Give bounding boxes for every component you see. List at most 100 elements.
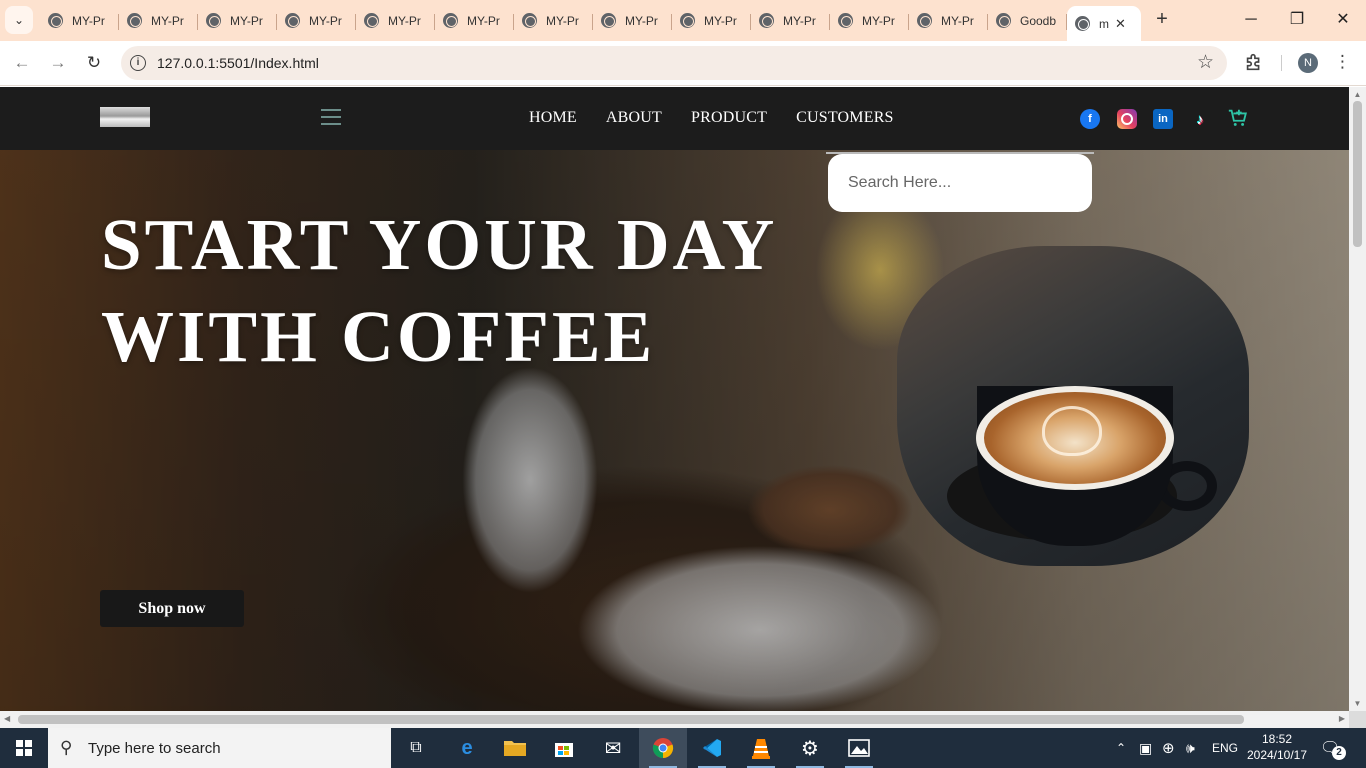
browser-tab[interactable]: MY-Pr <box>119 6 198 35</box>
file-explorer-icon[interactable] <box>491 728 539 768</box>
hero-headline-line2: WITH COFFEE <box>101 296 656 377</box>
hamburger-menu-icon[interactable] <box>321 109 341 125</box>
taskbar-search-box[interactable]: ⚲ Type here to search <box>48 728 391 768</box>
clock-date: 2024/10/17 <box>1246 748 1308 762</box>
browser-tab[interactable]: MY-Pr <box>593 6 672 35</box>
task-view-icon[interactable]: ⧉ <box>392 728 440 768</box>
search-input[interactable] <box>828 154 1092 212</box>
minimize-button[interactable]: ─ <box>1228 8 1274 32</box>
search-icon: ⚲ <box>60 738 73 757</box>
new-tab-button[interactable]: + <box>1151 8 1173 30</box>
globe-icon <box>838 13 853 28</box>
browser-tab[interactable]: MY-Pr <box>435 6 514 35</box>
toolbar-divider <box>1281 55 1282 71</box>
chrome-icon[interactable] <box>639 728 687 768</box>
nav-link-about[interactable]: ABOUT <box>606 109 662 127</box>
horizontal-scrollbar[interactable]: ◀ ▶ <box>0 711 1349 728</box>
globe-icon <box>127 13 142 28</box>
system-clock[interactable]: 18:52 2024/10/17 <box>1244 731 1310 763</box>
forward-button[interactable]: → <box>46 51 70 75</box>
instagram-icon[interactable] <box>1117 109 1137 129</box>
start-button[interactable] <box>0 728 48 768</box>
tab-title: MY-Pr <box>72 13 105 28</box>
globe-icon[interactable]: ⊕ <box>1162 728 1175 768</box>
vertical-scrollbar[interactable]: ▲ ▼ <box>1349 87 1366 711</box>
settings-gear-icon[interactable]: ⚙ <box>786 728 834 768</box>
back-button[interactable]: ← <box>10 51 34 75</box>
tab-title: MY-Pr <box>388 13 421 28</box>
mail-icon[interactable]: ✉ <box>589 728 637 768</box>
taskbar-search-placeholder: Type here to search <box>88 739 221 757</box>
browser-tab[interactable]: MY-Pr <box>751 6 830 35</box>
facebook-icon[interactable]: f <box>1080 109 1100 129</box>
profile-avatar[interactable]: N <box>1298 53 1318 73</box>
latte-cup-image <box>897 246 1249 566</box>
browser-tab[interactable]: Goodb <box>988 6 1067 35</box>
url-text[interactable]: 127.0.0.1:5501/Index.html <box>157 55 319 71</box>
action-center-icon[interactable]: 🗨 2 <box>1320 738 1346 760</box>
tab-title: MY-Pr <box>704 13 737 28</box>
browser-tab[interactable]: MY-Pr <box>672 6 751 35</box>
tab-title: m <box>1099 16 1109 31</box>
tab-search-button[interactable]: ⌄ <box>5 6 33 34</box>
scroll-right-arrow-icon[interactable]: ▶ <box>1339 714 1345 723</box>
clock-time: 18:52 <box>1261 732 1293 746</box>
globe-icon <box>206 13 221 28</box>
edge-browser-icon[interactable]: e <box>443 728 491 768</box>
browser-toolbar: ← → ↻ i 127.0.0.1:5501/Index.html ☆ <box>0 41 1366 86</box>
scroll-up-arrow-icon[interactable]: ▲ <box>1353 90 1362 99</box>
close-window-button[interactable]: ✕ <box>1320 8 1366 32</box>
windows-logo-icon <box>16 740 32 756</box>
reload-button[interactable]: ↻ <box>82 51 106 75</box>
nav-link-customers[interactable]: CUSTOMERS <box>796 109 894 127</box>
browser-tab-active[interactable]: m ✕ <box>1067 6 1141 41</box>
network-status-icon[interactable]: ▣ <box>1139 728 1152 768</box>
site-logo[interactable] <box>100 107 150 127</box>
bookmark-star-icon[interactable]: ☆ <box>1197 51 1214 74</box>
microsoft-store-icon[interactable] <box>540 728 588 768</box>
nav-link-product[interactable]: PRODUCT <box>691 109 767 127</box>
volume-icon[interactable]: 🕪 <box>1186 728 1195 768</box>
browser-tab[interactable]: MY-Pr <box>830 6 909 35</box>
browser-tab[interactable]: MY-Pr <box>909 6 988 35</box>
tab-title: MY-Pr <box>625 13 658 28</box>
linkedin-icon[interactable]: in <box>1153 109 1173 129</box>
browser-tab[interactable]: MY-Pr <box>198 6 277 35</box>
browser-tab[interactable]: MY-Pr <box>277 6 356 35</box>
tab-title: MY-Pr <box>230 13 263 28</box>
notification-count-badge: 2 <box>1332 746 1346 760</box>
tiktok-icon[interactable]: ♪ <box>1190 109 1210 129</box>
hero-headline-line1: START YOUR DAY <box>101 204 778 285</box>
tab-list: MY-Pr MY-Pr MY-Pr MY-Pr MY-Pr MY-Pr MY-Pr MY-Pr… <box>40 6 1141 41</box>
globe-icon <box>601 13 616 28</box>
close-tab-icon[interactable]: ✕ <box>1115 16 1126 32</box>
vlc-player-icon[interactable] <box>737 728 785 768</box>
cart-icon[interactable] <box>1227 107 1249 129</box>
restore-button[interactable]: ❐ <box>1274 8 1320 32</box>
globe-icon <box>759 13 774 28</box>
horizontal-scroll-thumb[interactable] <box>18 715 1244 724</box>
globe-icon <box>917 13 932 28</box>
browser-tab[interactable]: MY-Pr <box>356 6 435 35</box>
browser-tab[interactable]: MY-Pr <box>40 6 119 35</box>
globe-icon <box>522 13 537 28</box>
tab-title: MY-Pr <box>546 13 579 28</box>
arrow-right-icon: → <box>49 53 67 72</box>
vertical-scroll-thumb[interactable] <box>1353 101 1362 247</box>
browser-tab[interactable]: MY-Pr <box>514 6 593 35</box>
language-indicator[interactable]: ENG <box>1212 728 1238 768</box>
globe-icon <box>48 13 63 28</box>
extensions-puzzle-icon[interactable] <box>1243 51 1265 73</box>
site-navbar: HOME ABOUT PRODUCT CUSTOMERS f in ♪ <box>0 87 1349 150</box>
scroll-down-arrow-icon[interactable]: ▼ <box>1353 699 1362 708</box>
photos-app-icon[interactable] <box>835 728 883 768</box>
scroll-left-arrow-icon[interactable]: ◀ <box>4 714 10 723</box>
shop-now-button[interactable]: Shop now <box>100 590 244 627</box>
nav-link-home[interactable]: HOME <box>529 109 577 127</box>
address-bar[interactable]: i 127.0.0.1:5501/Index.html ☆ <box>121 46 1227 80</box>
hero-headline: START YOUR DAY WITH COFFEE <box>101 199 777 383</box>
show-hidden-icons-chevron-icon[interactable]: ⌃ <box>1116 728 1126 768</box>
site-info-icon[interactable]: i <box>130 55 146 71</box>
browser-menu-icon[interactable]: ⋮ <box>1334 52 1351 72</box>
vscode-icon[interactable] <box>688 728 736 768</box>
